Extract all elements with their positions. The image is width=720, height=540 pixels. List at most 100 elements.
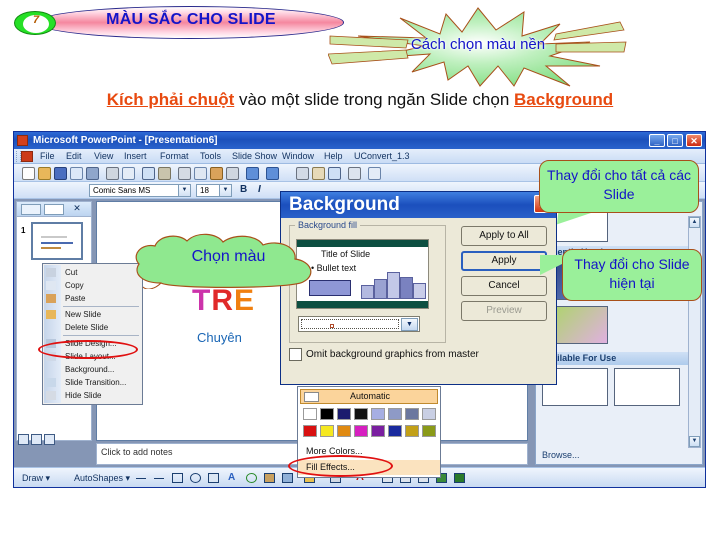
autoshapes-menu-button[interactable]: AutoShapes ▾ — [74, 473, 130, 484]
diagram-icon[interactable] — [246, 473, 257, 483]
text-box-icon[interactable] — [208, 473, 219, 483]
color-swatch[interactable] — [422, 425, 436, 437]
color-swatch[interactable] — [371, 425, 385, 437]
color-swatch[interactable] — [303, 408, 317, 420]
insert-hyperlink-icon[interactable] — [328, 167, 341, 180]
clip-art-icon[interactable] — [264, 473, 275, 483]
menu-format[interactable]: Format — [160, 151, 189, 161]
font-name-combo[interactable]: Comic Sans MS ▼ — [89, 184, 191, 197]
paste-icon[interactable] — [210, 167, 223, 180]
context-menu-item-new-slide[interactable]: New Slide — [43, 308, 142, 321]
slide-sorter-view-button[interactable] — [31, 434, 42, 445]
close-button[interactable]: ✕ — [686, 134, 702, 147]
italic-button[interactable]: I — [258, 184, 261, 195]
color-swatch[interactable] — [320, 425, 334, 437]
new-slide-icon — [46, 310, 56, 319]
starburst-callout: Cách chọn màu nền — [328, 6, 628, 88]
open-icon[interactable] — [38, 167, 51, 180]
color-swatch-row-1 — [303, 408, 437, 421]
menu-view[interactable]: View — [94, 151, 113, 161]
redo-icon[interactable] — [266, 167, 279, 180]
show-formatting-icon[interactable] — [348, 167, 361, 180]
color-swatch[interactable] — [371, 408, 385, 420]
draw-menu-button[interactable]: Draw ▾ — [22, 473, 50, 484]
menu-tools[interactable]: Tools — [200, 151, 221, 161]
scroll-down-icon[interactable]: ▼ — [689, 436, 700, 447]
browse-link[interactable]: Browse... — [542, 450, 580, 460]
slide-thumbnail-1[interactable] — [31, 222, 83, 260]
context-menu-label: Background... — [65, 365, 115, 374]
save-icon[interactable] — [54, 167, 67, 180]
context-menu-item-copy[interactable]: Copy — [43, 279, 142, 292]
zoom-icon[interactable] — [368, 167, 381, 180]
color-swatch[interactable] — [337, 425, 351, 437]
color-swatch[interactable] — [405, 425, 419, 437]
apply-to-all-button[interactable]: Apply to All — [461, 226, 547, 246]
insert-table-icon[interactable] — [312, 167, 325, 180]
chevron-down-icon[interactable]: ▼ — [178, 185, 190, 196]
wordart-icon[interactable]: A — [228, 472, 239, 483]
chevron-down-icon[interactable]: ▼ — [401, 318, 418, 331]
bold-button[interactable]: B — [240, 184, 247, 195]
context-menu-item-delete-slide[interactable]: Delete Slide — [43, 321, 142, 334]
slide-design-task-pane[interactable]: Recently Used Available For Use Browse..… — [535, 201, 703, 465]
menu-uconvert[interactable]: UConvert_1.3 — [354, 151, 410, 161]
context-menu-item-cut[interactable]: Cut — [43, 266, 142, 279]
context-menu-item-paste[interactable]: Paste — [43, 292, 142, 305]
menu-window[interactable]: Window — [282, 151, 314, 161]
tab-outline[interactable] — [21, 204, 41, 215]
cancel-button[interactable]: Cancel — [461, 276, 547, 296]
automatic-color-item[interactable]: Automatic — [300, 389, 438, 404]
chevron-down-icon[interactable]: ▼ — [219, 185, 231, 196]
font-size-combo[interactable]: 18 ▼ — [196, 184, 232, 197]
cut-icon[interactable] — [178, 167, 191, 180]
color-swatch[interactable] — [388, 408, 402, 420]
research-icon[interactable] — [158, 167, 171, 180]
menu-insert[interactable]: Insert — [124, 151, 147, 161]
maximize-button[interactable]: □ — [667, 134, 683, 147]
color-swatch[interactable] — [354, 425, 368, 437]
normal-view-button[interactable] — [18, 434, 29, 445]
menu-edit[interactable]: Edit — [66, 151, 82, 161]
minimize-button[interactable]: _ — [649, 134, 665, 147]
print-icon[interactable] — [106, 167, 119, 180]
slide-context-menu[interactable]: Cut Copy Paste New Slide Delete Slide Sl… — [42, 263, 143, 405]
color-swatch[interactable] — [354, 408, 368, 420]
omit-background-graphics-checkbox[interactable] — [289, 348, 302, 361]
format-painter-icon[interactable] — [226, 167, 239, 180]
scroll-up-icon[interactable]: ▲ — [689, 217, 700, 228]
menu-slide-show[interactable]: Slide Show — [232, 151, 277, 161]
apply-button[interactable]: Apply — [461, 251, 547, 271]
background-fill-color-combo[interactable]: ▼ — [298, 316, 420, 332]
print-preview-icon[interactable] — [122, 167, 135, 180]
picture-icon[interactable] — [282, 473, 293, 483]
color-swatch[interactable] — [405, 408, 419, 420]
context-menu-item-background[interactable]: Background... — [43, 363, 142, 376]
color-swatch[interactable] — [388, 425, 402, 437]
oval-icon[interactable] — [190, 473, 201, 483]
color-swatch[interactable] — [337, 408, 351, 420]
new-icon[interactable] — [22, 167, 35, 180]
spelling-icon[interactable] — [142, 167, 155, 180]
menu-file[interactable]: File — [40, 151, 55, 161]
color-swatch[interactable] — [303, 425, 317, 437]
color-swatch[interactable] — [422, 408, 436, 420]
template-thumbnail[interactable] — [614, 368, 680, 406]
permission-icon[interactable] — [86, 167, 99, 180]
copy-icon[interactable] — [194, 167, 207, 180]
slide-show-view-button[interactable] — [44, 434, 55, 445]
close-pane-icon[interactable]: ✕ — [67, 204, 87, 215]
undo-icon[interactable] — [246, 167, 259, 180]
insert-chart-icon[interactable] — [296, 167, 309, 180]
color-swatch[interactable] — [320, 408, 334, 420]
menu-help[interactable]: Help — [324, 151, 343, 161]
mail-icon[interactable] — [70, 167, 83, 180]
selected-color-swatch — [330, 324, 334, 328]
3d-style-icon[interactable] — [454, 473, 465, 483]
line-icon[interactable] — [136, 478, 146, 479]
rectangle-icon[interactable] — [172, 473, 183, 483]
context-menu-item-slide-transition[interactable]: Slide Transition... — [43, 376, 142, 389]
tab-slides[interactable] — [44, 204, 64, 215]
context-menu-item-hide-slide[interactable]: Hide Slide — [43, 389, 142, 402]
arrow-icon[interactable] — [154, 478, 164, 479]
